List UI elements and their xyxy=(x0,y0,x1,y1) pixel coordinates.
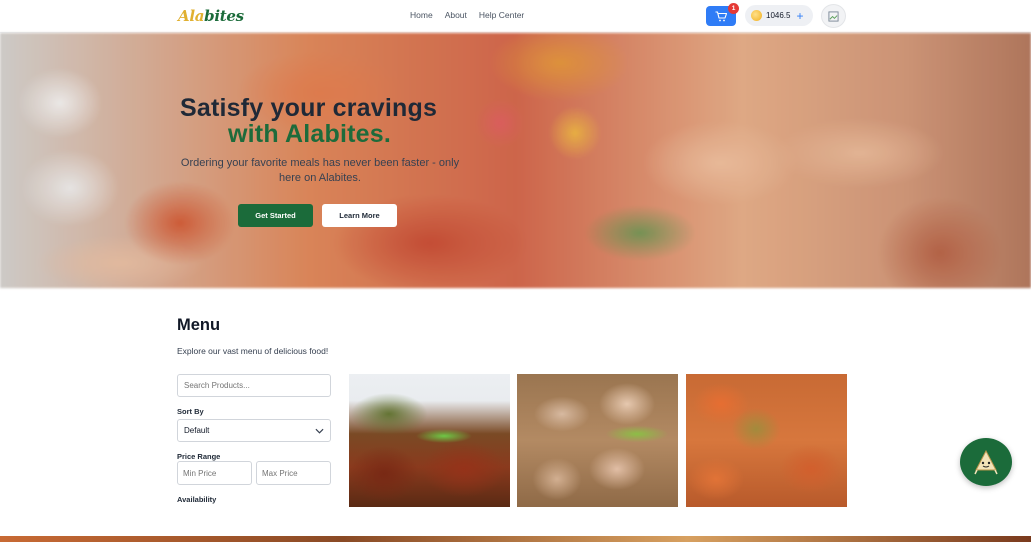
max-price-input[interactable] xyxy=(256,461,331,485)
sort-by-select[interactable]: Default xyxy=(177,419,331,442)
food-image-2[interactable] xyxy=(517,374,678,507)
nav-links: Home About Help Center xyxy=(410,10,524,20)
availability-label: Availability xyxy=(177,495,217,504)
sort-by-value: Default xyxy=(184,426,210,435)
plus-icon[interactable]: + xyxy=(796,10,803,22)
cart-count-badge: 1 xyxy=(728,3,739,14)
hero-title-line-2: with Alabites. xyxy=(228,120,392,148)
chevron-down-icon xyxy=(315,428,324,434)
sort-by-label: Sort By xyxy=(177,407,204,416)
menu-subtitle: Explore our vast menu of delicious food! xyxy=(177,346,329,356)
coin-balance: 1046.5 xyxy=(766,11,791,20)
hero-overlay xyxy=(0,33,1031,288)
mascot-icon xyxy=(974,449,998,475)
logo-part-1: Ala xyxy=(178,7,205,25)
price-range-label: Price Range xyxy=(177,452,221,461)
hero-subtitle: Ordering your favorite meals has never b… xyxy=(180,157,460,184)
logo-part-2: bites xyxy=(204,7,244,25)
nav-home-link[interactable]: Home xyxy=(410,10,433,20)
floating-mascot-button[interactable] xyxy=(960,438,1012,486)
broken-image-icon xyxy=(828,10,839,22)
next-section-image-edge xyxy=(0,536,1031,542)
nav-help-center-link[interactable]: Help Center xyxy=(479,10,524,20)
hero-title-line-1: Satisfy your cravings xyxy=(180,94,438,122)
learn-more-button[interactable]: Learn More xyxy=(322,204,397,227)
navbar: Alabites Home About Help Center 1 1046.5… xyxy=(0,0,1031,33)
coin-balance-pill[interactable]: 1046.5 + xyxy=(745,5,813,26)
coin-icon xyxy=(751,10,762,21)
hero-title: Satisfy your cravings with Alabites. xyxy=(180,95,460,147)
search-input[interactable] xyxy=(177,374,331,397)
logo[interactable]: Alabites xyxy=(178,7,244,25)
cart-icon xyxy=(715,10,727,21)
get-started-button[interactable]: Get Started xyxy=(238,204,313,227)
avatar[interactable] xyxy=(821,4,846,28)
nav-about-link[interactable]: About xyxy=(445,10,467,20)
food-image-1[interactable] xyxy=(349,374,510,507)
food-image-3[interactable] xyxy=(686,374,847,507)
menu-title: Menu xyxy=(177,316,221,334)
min-price-input[interactable] xyxy=(177,461,252,485)
